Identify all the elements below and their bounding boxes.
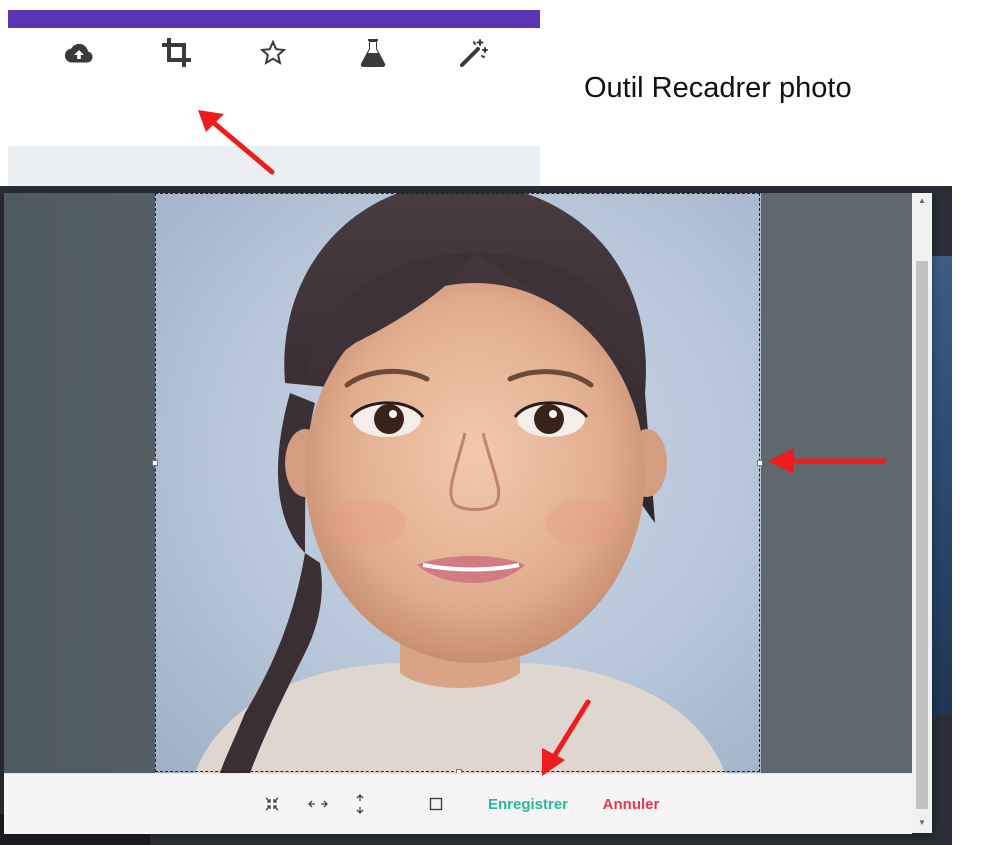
crop-canvas[interactable]: [4, 193, 912, 773]
star-icon: [260, 40, 286, 65]
crop-icon: [162, 38, 191, 67]
fit-button[interactable]: [260, 794, 284, 814]
app-header-bar: [8, 10, 540, 28]
effects-button[interactable]: [356, 36, 390, 70]
photo-preview: [155, 193, 761, 773]
cloud-upload-icon: [64, 43, 93, 63]
dialog-scrollbar[interactable]: ▲ ▼: [912, 193, 932, 833]
square-ratio-button[interactable]: [426, 794, 446, 814]
horizontal-arrows-icon: [308, 800, 328, 808]
crop-dialog: Enregistrer Annuler ▲ ▼: [4, 193, 932, 834]
save-button[interactable]: Enregistrer: [484, 794, 572, 814]
square-icon: [429, 797, 443, 811]
scroll-up-icon[interactable]: ▲: [916, 195, 928, 207]
fit-height-button[interactable]: [350, 794, 370, 814]
auto-enhance-button[interactable]: [456, 36, 490, 70]
flask-icon: [360, 39, 386, 67]
fit-width-button[interactable]: [304, 794, 332, 814]
scroll-thumb[interactable]: [916, 261, 928, 809]
annotation-caption: Outil Recadrer photo: [584, 72, 852, 104]
vertical-arrows-icon: [356, 794, 364, 814]
cancel-button[interactable]: Annuler: [596, 794, 666, 814]
magic-wand-icon: [460, 39, 488, 67]
crop-handle-right[interactable]: [757, 460, 763, 466]
favorite-button[interactable]: [256, 36, 290, 70]
crop-handle-left[interactable]: [152, 460, 158, 466]
toolbar-content-strip: [8, 146, 540, 186]
crop-button[interactable]: [160, 36, 194, 70]
portrait-image: [195, 193, 725, 773]
scroll-down-icon[interactable]: ▼: [916, 817, 928, 829]
cloud-upload-button[interactable]: [62, 36, 96, 70]
compress-icon: [265, 797, 279, 811]
crop-dialog-footer: Enregistrer Annuler: [4, 773, 912, 834]
